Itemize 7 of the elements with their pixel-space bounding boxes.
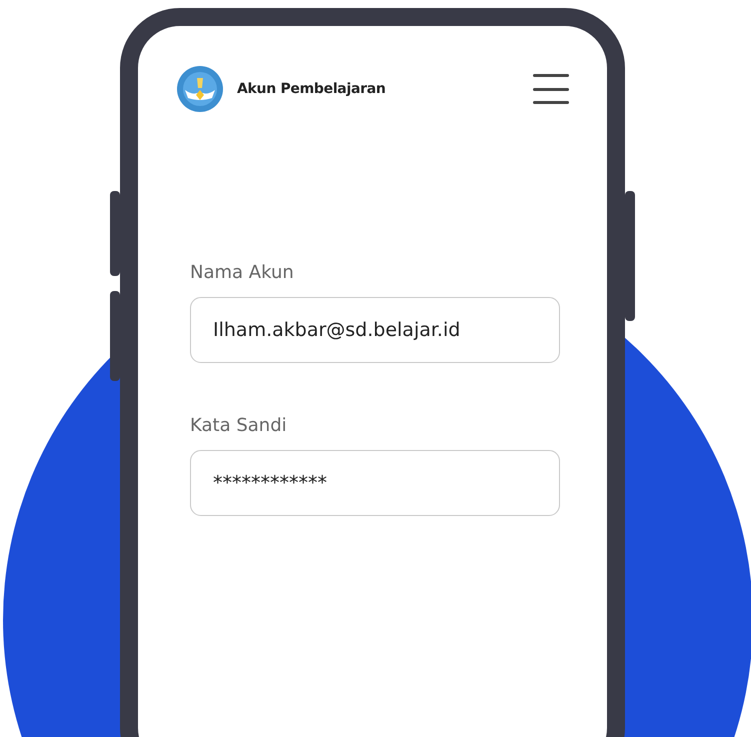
emblem-logo-icon	[177, 66, 223, 112]
menu-button[interactable]	[533, 74, 569, 104]
input-field[interactable]: Ilham.akbar@sd.belajar.id	[190, 297, 560, 363]
field-label: Nama Akun	[190, 262, 295, 283]
app-title: Akun Pembelajaran	[237, 81, 387, 97]
input-field[interactable]: ************	[190, 450, 560, 516]
field-label: Kata Sandi	[190, 415, 288, 436]
